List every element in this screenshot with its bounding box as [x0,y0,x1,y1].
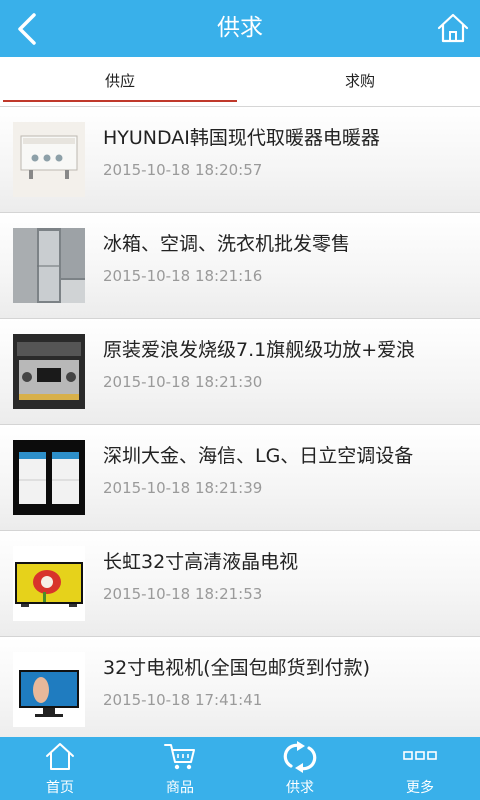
item-date: 2015-10-18 18:20:57 [103,161,263,179]
item-date: 2015-10-18 18:21:39 [103,479,263,497]
item-title: 32寸电视机(全国包邮货到付款) [103,657,371,679]
bottom-tab-bar: 首页 商品 供求 更多 [0,737,480,800]
home-icon[interactable] [436,12,470,44]
heater-thumbnail [13,122,85,197]
tabbar-label: 商品 [166,780,194,796]
item-date: 2015-10-18 17:41:41 [103,691,263,709]
more-icon [360,740,480,774]
tabbar-supply-demand[interactable]: 供求 [240,737,360,800]
list-item[interactable]: 冰箱、空调、洗衣机批发零售 2015-10-18 18:21:16 [0,213,480,319]
home-icon [0,740,120,774]
page-title: 供求 [217,15,263,41]
tab-supply[interactable]: 供应 [0,57,240,106]
tabbar-more[interactable]: 更多 [360,737,480,800]
tabbar-label: 更多 [406,780,434,796]
supply-list: HYUNDAI韩国现代取暖器电暖器 2015-10-18 18:20:57 冰箱… [0,107,480,737]
item-title: 长虹32寸高清液晶电视 [103,551,299,573]
list-item[interactable]: 长虹32寸高清液晶电视 2015-10-18 18:21:53 [0,531,480,637]
appliances-thumbnail [13,228,85,303]
amplifier-thumbnail [13,334,85,409]
ac-units-thumbnail [13,440,85,515]
tabbar-products[interactable]: 商品 [120,737,240,800]
item-title: 冰箱、空调、洗衣机批发零售 [103,233,351,255]
list-item[interactable]: 32寸电视机(全国包邮货到付款) 2015-10-18 17:41:41 [0,637,480,737]
tv-thumbnail [13,652,85,727]
list-item[interactable]: 深圳大金、海信、LG、日立空调设备 2015-10-18 18:21:39 [0,425,480,531]
item-date: 2015-10-18 18:21:16 [103,267,263,285]
tabbar-label: 首页 [46,780,74,796]
top-bar: 供求 [0,0,480,57]
refresh-icon [240,740,360,774]
tab-demand[interactable]: 求购 [240,57,480,106]
item-title: HYUNDAI韩国现代取暖器电暖器 [103,127,380,149]
list-item[interactable]: 原装爱浪发烧级7.1旗舰级功放+爱浪 2015-10-18 18:21:30 [0,319,480,425]
item-date: 2015-10-18 18:21:53 [103,585,263,603]
item-title: 深圳大金、海信、LG、日立空调设备 [103,445,414,467]
list-item[interactable]: HYUNDAI韩国现代取暖器电暖器 2015-10-18 18:20:57 [0,107,480,213]
tabbar-home[interactable]: 首页 [0,737,120,800]
item-date: 2015-10-18 18:21:30 [103,373,263,391]
tv-thumbnail [13,546,85,621]
tabbar-label: 供求 [286,780,314,796]
segment-tabs: 供应 求购 [0,57,480,107]
item-title: 原装爱浪发烧级7.1旗舰级功放+爱浪 [103,339,416,361]
cart-icon [120,740,240,774]
